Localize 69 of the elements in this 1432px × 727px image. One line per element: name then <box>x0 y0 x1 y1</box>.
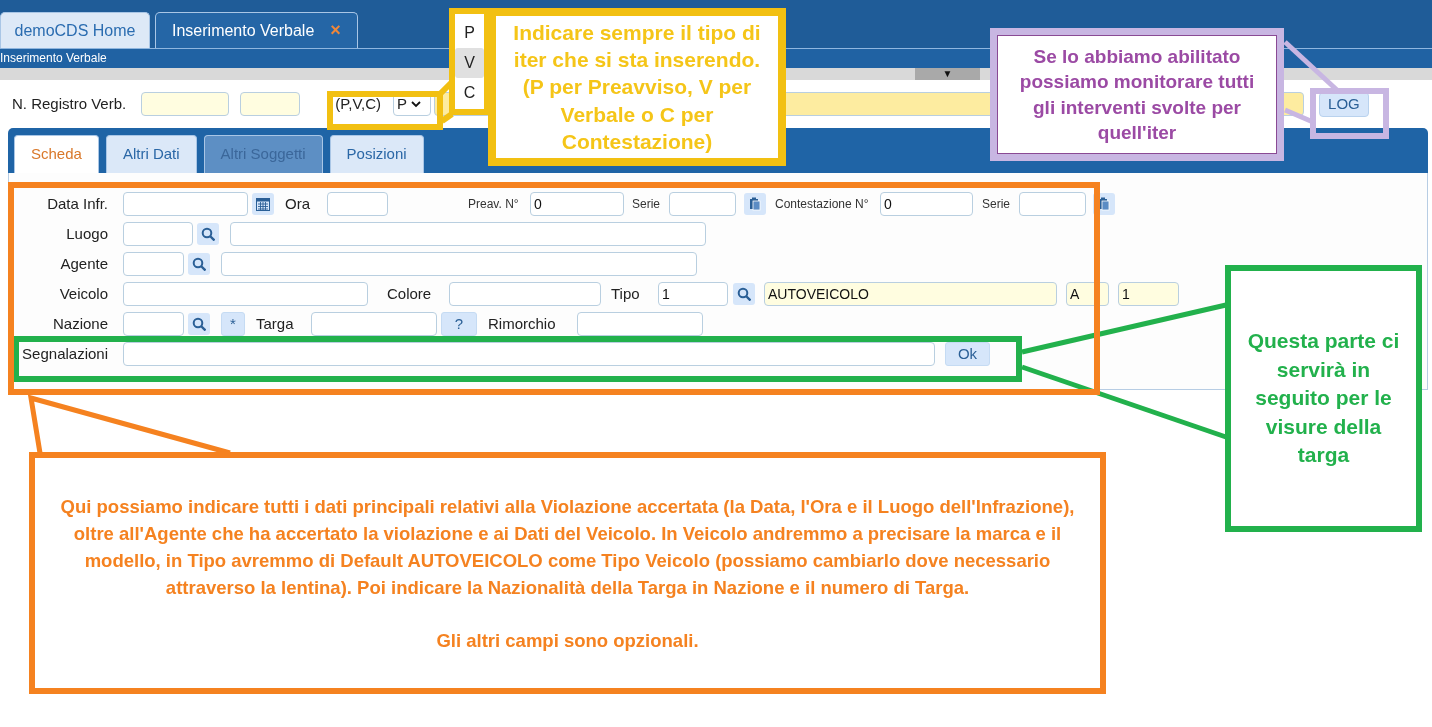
dropdown-option[interactable]: V <box>455 48 484 78</box>
search-button[interactable] <box>197 223 219 245</box>
field-label: Colore <box>387 283 432 304</box>
field-label: Veicolo <box>58 283 108 304</box>
input-field[interactable] <box>1019 192 1086 216</box>
input-field[interactable] <box>123 342 935 366</box>
input-field[interactable] <box>141 92 230 116</box>
calendar-icon <box>256 197 270 211</box>
form-button[interactable]: * <box>221 312 245 336</box>
input-field[interactable] <box>240 92 301 116</box>
form-button[interactable]: ? <box>441 312 477 336</box>
sheet-tab[interactable]: Altri Dati <box>105 135 197 173</box>
input-field[interactable] <box>221 252 697 276</box>
field-label: (P,V,C) <box>335 93 382 114</box>
search-button[interactable] <box>188 313 210 335</box>
input-field[interactable] <box>449 282 601 306</box>
input-field[interactable] <box>577 312 703 336</box>
input-field[interactable] <box>123 282 368 306</box>
sheet-tab[interactable]: Posizioni <box>329 135 424 173</box>
dropdown-option[interactable]: C <box>455 78 484 108</box>
input-field[interactable]: 1 <box>658 282 728 306</box>
callout-text: Se lo abbiamo abilitato possiamo monitorare tutti gli interventi svolte per quell'iter <box>1018 45 1256 145</box>
field-label: Segnalazioni <box>21 343 108 364</box>
search-icon <box>192 257 206 271</box>
app-tab[interactable]: Inserimento Verbale × <box>155 12 358 48</box>
calendar-button[interactable] <box>252 193 274 215</box>
search-button[interactable] <box>733 283 755 305</box>
dropdown-option[interactable]: P <box>455 18 484 48</box>
callout-text: Indicare sempre il tipo di iter che si sta inserendo. (P per Preavviso, V per Verbale o C per Contestazione) <box>512 19 762 155</box>
clipboard-icon <box>749 197 761 211</box>
clipboard-icon <box>1098 197 1110 211</box>
input-field[interactable] <box>123 252 184 276</box>
field-label: Serie <box>632 196 660 213</box>
callout-text: Qui possiamo indicare tutti i dati principali relativi alla Violazione accertata (la Data, l'Ora e il Luogo dell'Infrazione), oltre all'Agente che ha accertato la violazione e ai Dati del Veicolo. In Veicolo andremmo a precisare la marca e il modello, in Tipo avremmo di Default AUTOVEICOLO come Tipo Veicolo (possiamo cambiarlo dove necessario attraverso la lentina). Poi indicare la Nazionalità della Targa in Nazione e il numero di Targa. <box>59 494 1076 600</box>
input-field[interactable] <box>123 312 184 336</box>
field-label: Tipo <box>611 283 640 304</box>
input-field[interactable]: 0 <box>530 192 624 216</box>
input-field[interactable]: 1 <box>1118 282 1179 306</box>
copy-button[interactable] <box>744 193 766 215</box>
search-icon <box>201 227 215 241</box>
field-label: Ora <box>285 193 310 214</box>
field-label: Preav. N° <box>468 196 519 213</box>
input-field[interactable] <box>230 222 706 246</box>
input-field[interactable] <box>311 312 437 336</box>
input-field[interactable] <box>327 192 388 216</box>
callout-text: Questa parte ci servirà in seguito per le visure della targa <box>1246 328 1401 469</box>
field-label: Serie <box>982 196 1010 213</box>
splitter-handle[interactable]: ▼ <box>915 68 980 80</box>
field-label: Data Infr. <box>46 193 108 214</box>
input-field[interactable] <box>123 192 248 216</box>
field-label: Contestazione N° <box>775 196 869 213</box>
app-tab[interactable]: demoCDS Home <box>0 12 150 48</box>
page-title: Inserimento Verbale <box>0 51 107 65</box>
field-label: Rimorchio <box>488 313 556 334</box>
input-field[interactable]: AUTOVEICOLO <box>764 282 1057 306</box>
chevron-icon <box>411 100 422 108</box>
field-label: Nazione <box>51 313 108 334</box>
callout-text: Gli altri campi sono opzionali. <box>435 628 700 653</box>
input-field[interactable] <box>669 192 736 216</box>
search-button[interactable] <box>188 253 210 275</box>
search-icon <box>192 317 206 331</box>
form-button[interactable]: Ok <box>945 342 990 366</box>
field-label: Targa <box>256 313 294 334</box>
input-field[interactable]: 0 <box>880 192 973 216</box>
field-label: N. Registro Verb. <box>12 93 127 114</box>
search-icon <box>737 287 751 301</box>
input-field[interactable] <box>123 222 193 246</box>
field-label: Luogo <box>65 223 108 244</box>
field-label: Agente <box>59 253 108 274</box>
